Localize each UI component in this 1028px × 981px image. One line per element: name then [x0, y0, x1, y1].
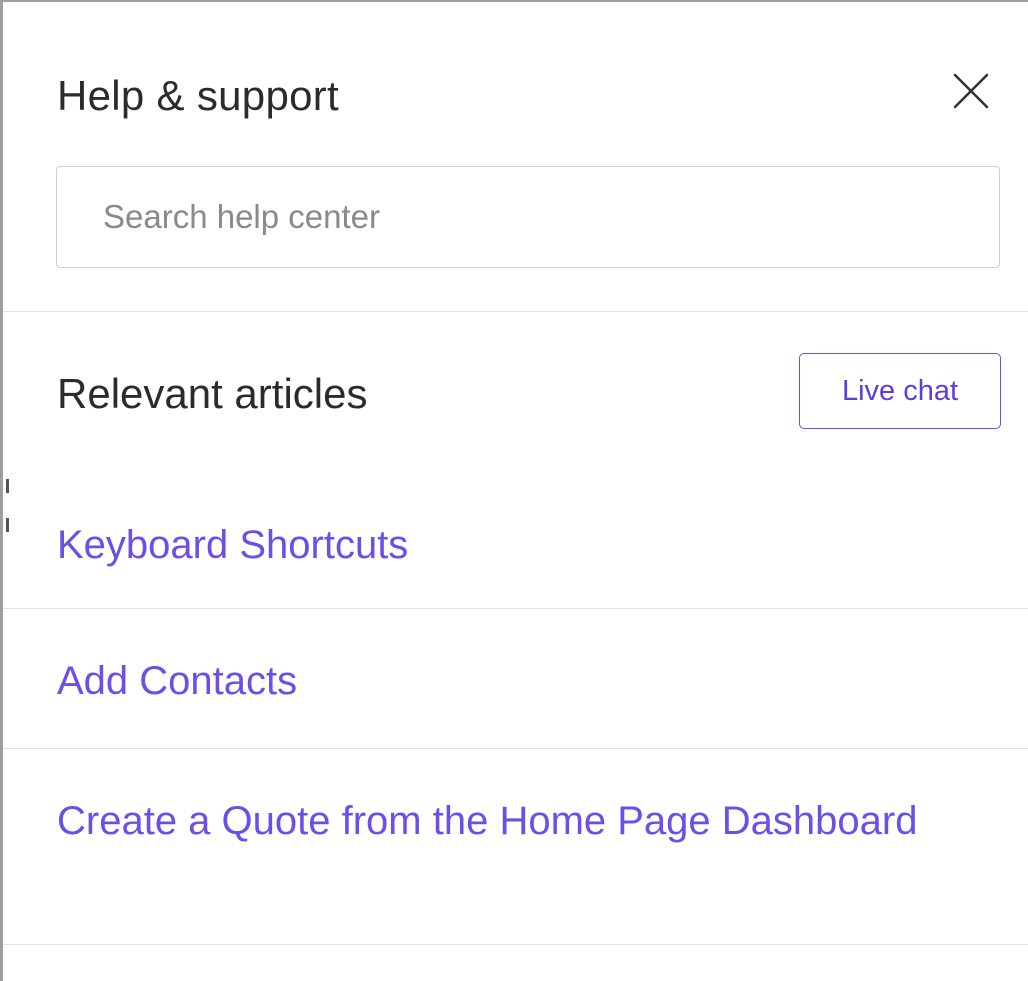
article-link[interactable]: Keyboard Shortcuts	[57, 520, 957, 570]
article-link[interactable]: Add Contacts	[57, 656, 957, 706]
list-item: Create a Quote from the Home Page Dashbo…	[3, 749, 1028, 945]
relevant-articles-title: Relevant articles	[57, 370, 368, 417]
search-input[interactable]	[56, 166, 1000, 268]
panel-header: Help & support	[3, 2, 1028, 312]
close-icon	[953, 73, 989, 109]
close-button[interactable]	[948, 68, 994, 114]
panel-title: Help & support	[57, 72, 340, 119]
live-chat-button[interactable]: Live chat	[799, 353, 1001, 429]
article-link[interactable]: Create a Quote from the Home Page Dashbo…	[57, 795, 957, 848]
list-item: Keyboard Shortcuts	[3, 472, 1028, 609]
list-item: Add Contacts	[3, 609, 1028, 749]
help-support-panel: Help & support Relevant articles Live ch…	[0, 0, 1028, 981]
